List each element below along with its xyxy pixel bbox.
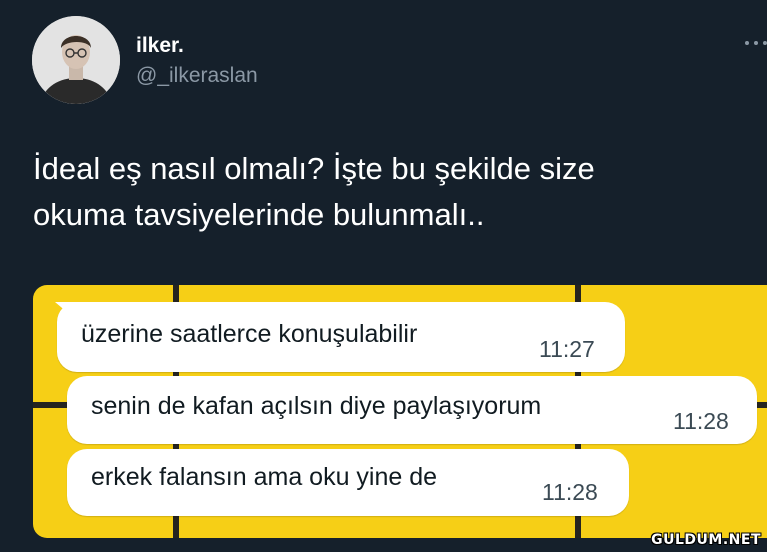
profile-photo-icon [32,16,120,104]
avatar[interactable] [32,16,120,104]
more-dot [763,41,767,45]
chat-bubble: senin de kafan açılsın diye paylaşıyorum… [67,376,757,444]
chat-bubble: erkek falansın ama oku yine de 11:28 [67,449,629,516]
chat-message-text: senin de kafan açılsın diye paylaşıyorum [91,392,542,420]
tweet-text: İdeal eş nasıl olmalı? İşte bu şekilde s… [33,151,595,232]
chat-timestamp: 11:28 [673,408,729,434]
chat-timestamp: 11:28 [542,479,598,505]
chat-message-text: üzerine saatlerce konuşulabilir [81,320,418,348]
display-name[interactable]: ilker. [136,34,184,58]
chat-message-text: erkek falansın ama oku yine de [91,463,438,491]
user-handle[interactable]: @_ilkeraslan [136,64,258,88]
bubble-tail [55,302,81,324]
more-dot [745,41,749,45]
watermark-logo: GULDUM.NET [651,532,761,548]
more-dot [754,41,758,45]
chat-timestamp: 11:27 [539,336,595,362]
more-dots-icon[interactable] [745,36,767,50]
chat-bubble: üzerine saatlerce konuşulabilir 11:27 [55,302,625,372]
tweet-media-image[interactable]: üzerine saatlerce konuşulabilir 11:27 se… [33,285,767,538]
